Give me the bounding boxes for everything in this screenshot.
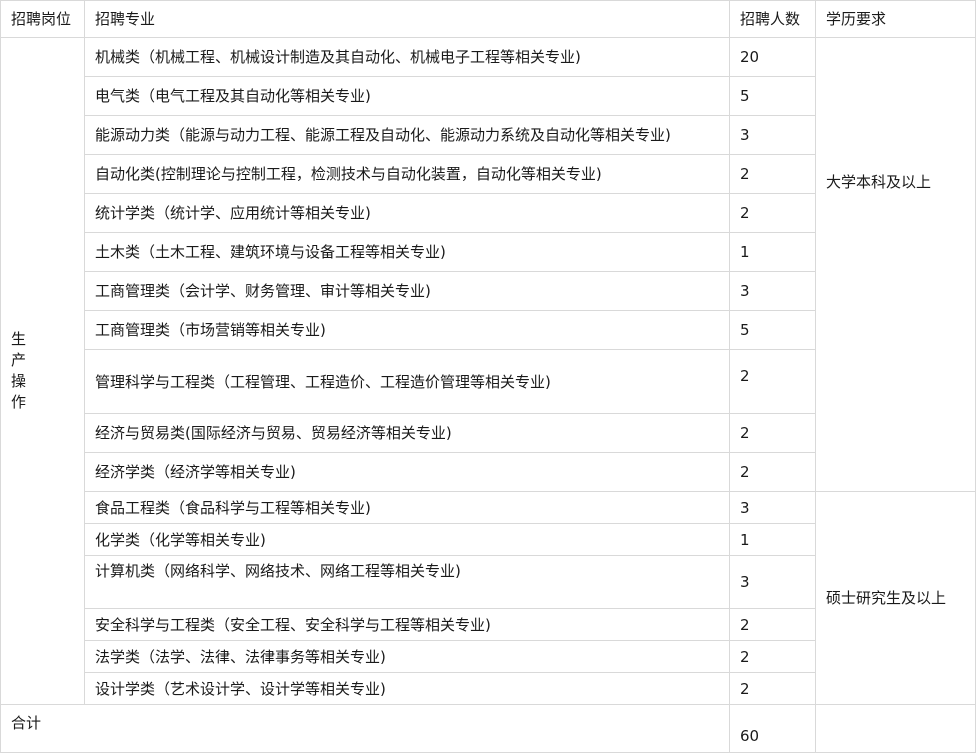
count-cell: 5 — [729, 76, 816, 116]
count-cell: 2 — [729, 608, 816, 641]
count-cell: 2 — [729, 640, 816, 673]
major-cell: 安全科学与工程类（安全工程、安全科学与工程等相关专业) — [84, 608, 730, 641]
major-cell: 能源动力类（能源与动力工程、能源工程及自动化、能源动力系统及自动化等相关专业) — [84, 115, 730, 155]
count-cell: 2 — [729, 349, 816, 414]
header-position: 招聘岗位 — [0, 0, 85, 38]
count-cell: 20 — [729, 37, 816, 77]
count-cell: 2 — [729, 672, 816, 705]
major-cell: 工商管理类（会计学、财务管理、审计等相关专业) — [84, 271, 730, 311]
major-cell: 经济与贸易类(国际经济与贸易、贸易经济等相关专业) — [84, 413, 730, 453]
major-cell: 自动化类(控制理论与控制工程，检测技术与自动化装置，自动化等相关专业) — [84, 154, 730, 194]
count-cell: 3 — [729, 491, 816, 524]
count-cell: 2 — [729, 193, 816, 233]
total-label: 合计 — [0, 704, 730, 753]
major-cell: 统计学类（统计学、应用统计等相关专业) — [84, 193, 730, 233]
education-cell-bachelor: 大学本科及以上 — [815, 37, 976, 492]
recruitment-table: 招聘岗位 招聘专业 招聘人数 学历要求 生产操作 机械类（机械工程、机械设计制造… — [0, 0, 976, 753]
major-cell: 计算机类（网络科学、网络技术、网络工程等相关专业) — [84, 555, 730, 609]
table-row: 食品工程类（食品科学与工程等相关专业) 3 硕士研究生及以上 — [1, 491, 976, 705]
count-cell: 1 — [729, 523, 816, 556]
major-cell: 管理科学与工程类（工程管理、工程造价、工程造价管理等相关专业) — [84, 349, 730, 414]
count-cell: 3 — [729, 271, 816, 311]
header-row: 招聘岗位 招聘专业 招聘人数 学历要求 — [0, 0, 976, 38]
major-cell: 法学类（法学、法律、法律事务等相关专业) — [84, 640, 730, 673]
total-count: 60 — [729, 704, 816, 753]
count-cell: 5 — [729, 310, 816, 350]
header-major: 招聘专业 — [84, 0, 730, 38]
count-cell: 2 — [729, 154, 816, 194]
count-cell: 1 — [729, 232, 816, 272]
table-row: 生产操作 机械类（机械工程、机械设计制造及其自动化、机械电子工程等相关专业) 2… — [0, 37, 976, 705]
position-label: 生产操作 — [11, 330, 27, 411]
count-cell: 3 — [729, 555, 816, 609]
count-cell: 2 — [729, 413, 816, 453]
count-cell: 2 — [729, 452, 816, 492]
total-row: 合计 60 — [0, 704, 976, 753]
education-cell-master: 硕士研究生及以上 — [815, 491, 976, 705]
major-cell: 化学类（化学等相关专业) — [84, 523, 730, 556]
major-cell: 电气类（电气工程及其自动化等相关专业) — [84, 76, 730, 116]
major-cell: 土木类（土木工程、建筑环境与设备工程等相关专业) — [84, 232, 730, 272]
major-cell: 工商管理类（市场营销等相关专业) — [84, 310, 730, 350]
major-cell: 设计学类（艺术设计学、设计学等相关专业) — [84, 672, 730, 705]
major-cell: 食品工程类（食品科学与工程等相关专业) — [84, 491, 730, 524]
major-cell: 经济学类（经济学等相关专业) — [84, 452, 730, 492]
header-education: 学历要求 — [815, 0, 976, 38]
major-cell: 机械类（机械工程、机械设计制造及其自动化、机械电子工程等相关专业) — [84, 37, 730, 77]
header-count: 招聘人数 — [729, 0, 816, 38]
count-cell: 3 — [729, 115, 816, 155]
position-cell: 生产操作 — [0, 37, 85, 705]
total-education-empty — [815, 704, 976, 753]
